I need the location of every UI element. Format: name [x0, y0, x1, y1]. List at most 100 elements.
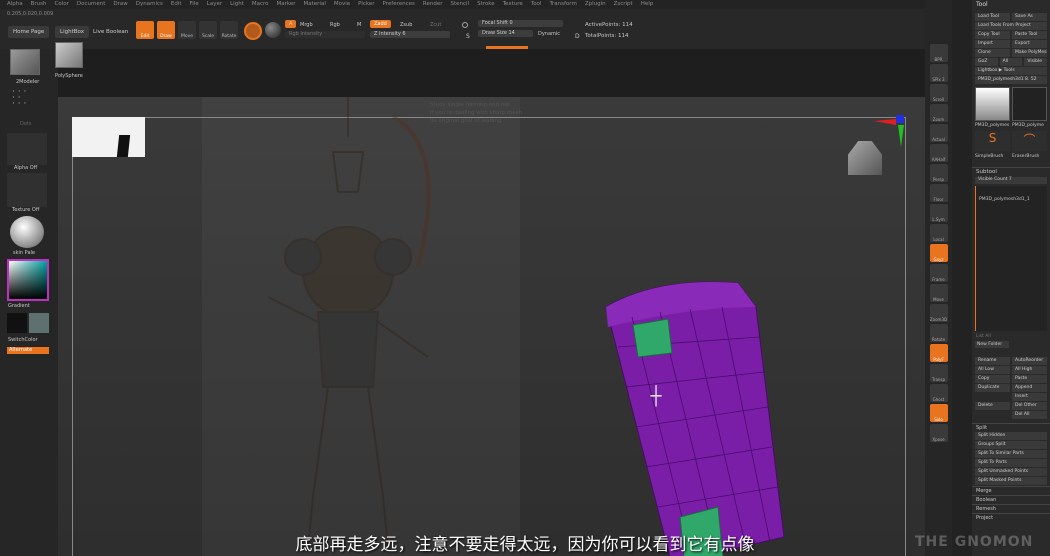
- tool-button-make-polymesh3d[interactable]: Make PolyMesh3D: [1012, 49, 1047, 57]
- menu-item-document[interactable]: Document: [77, 0, 106, 9]
- strip-button-spix-3[interactable]: SPix 3: [929, 64, 948, 82]
- menu-item-zscript[interactable]: Zscript: [614, 0, 633, 9]
- split-button-groups-split[interactable]: Groups Split: [975, 441, 1047, 449]
- viewport-canvas[interactable]: Study single forming and not If you're d…: [58, 97, 925, 556]
- strip-button-floor[interactable]: Floor: [929, 184, 948, 202]
- subtool-header[interactable]: Subtool: [972, 167, 1050, 176]
- split-button-split-unmasked-points[interactable]: Split Unmasked Points: [975, 468, 1047, 476]
- subtool-list[interactable]: PM3D_polymesh3d1_1: [975, 186, 1047, 331]
- menu-item-light[interactable]: Light: [230, 0, 244, 9]
- strip-button-zoom3d[interactable]: Zoom3D: [929, 304, 948, 322]
- home-page-button[interactable]: Home Page: [8, 26, 50, 38]
- focal-shift-slider[interactable]: Focal Shift 0: [478, 20, 563, 27]
- rotate-mode-button[interactable]: Rotate: [220, 21, 238, 39]
- tool-button-del-other[interactable]: Del Other: [1012, 402, 1047, 410]
- strip-button-bpr[interactable]: BPR: [929, 44, 948, 62]
- z-intensity-slider[interactable]: Z Intensity 6: [370, 31, 450, 38]
- strip-button-actual[interactable]: Actual: [929, 124, 948, 142]
- draw-mode-button[interactable]: Draw: [157, 21, 175, 39]
- visible-count-slider[interactable]: Visible Count 7: [975, 177, 1047, 184]
- polysphere-thumbnail[interactable]: [55, 42, 83, 68]
- split-button-split-masked-points[interactable]: Split Masked Points: [975, 477, 1047, 485]
- remesh-header[interactable]: Remesh: [972, 504, 1050, 513]
- tool-button-import[interactable]: Import: [975, 40, 1010, 48]
- menu-item-stencil[interactable]: Stencil: [450, 0, 469, 9]
- dynamic-toggle[interactable]: Dynamic: [538, 31, 560, 37]
- menu-item-render[interactable]: Render: [423, 0, 443, 9]
- tool-button-visible[interactable]: Visible: [1024, 58, 1048, 66]
- strip-button-rotate[interactable]: Rotate: [929, 324, 948, 342]
- tool-button-load-tools-from-project[interactable]: Load Tools From Project: [975, 22, 1047, 30]
- subtool-thumbnail-2[interactable]: [1012, 87, 1047, 121]
- subtool-thumbnail-1[interactable]: [975, 87, 1010, 121]
- menu-item-zplugin[interactable]: Zplugin: [585, 0, 606, 9]
- main-color-swatch[interactable]: [7, 313, 27, 333]
- strip-button-move[interactable]: Move: [929, 284, 948, 302]
- strip-button-ghost[interactable]: Ghost: [929, 384, 948, 402]
- tool-button-all[interactable]: All: [999, 58, 1023, 66]
- lightbox-button[interactable]: LightBox: [55, 26, 89, 38]
- strip-button-local[interactable]: Local: [929, 224, 948, 242]
- menu-item-picker[interactable]: Picker: [358, 0, 374, 9]
- secondary-color-swatch[interactable]: [29, 313, 49, 333]
- tool-button-rename[interactable]: Rename: [975, 357, 1010, 365]
- menu-item-brush[interactable]: Brush: [31, 0, 47, 9]
- m-button[interactable]: M: [357, 22, 361, 28]
- mrgb-button[interactable]: Mrgb: [300, 22, 313, 28]
- simplebrush-icon[interactable]: S: [975, 131, 1010, 151]
- strip-button-scroll[interactable]: Scroll: [929, 84, 948, 102]
- tool-button-export[interactable]: Export: [1012, 40, 1047, 48]
- alpha-slot[interactable]: [7, 133, 47, 165]
- tool-button-autoreorder[interactable]: AutoReorder: [1012, 357, 1047, 365]
- split-button-split-to-parts[interactable]: Split To Parts: [975, 459, 1047, 467]
- material-sphere-icon[interactable]: [244, 22, 262, 40]
- edit-mode-button[interactable]: Edit: [136, 21, 154, 39]
- texture-sphere-icon[interactable]: [265, 22, 281, 38]
- tool-button-del-all[interactable]: Del All: [1012, 411, 1047, 419]
- material-sphere[interactable]: [10, 216, 44, 248]
- zcut-button[interactable]: Zcut: [430, 22, 441, 28]
- tool-button-duplicate[interactable]: Duplicate: [975, 384, 1010, 392]
- scale-mode-button[interactable]: Scale: [199, 21, 217, 39]
- tool-button-insert[interactable]: Insert: [1012, 393, 1047, 401]
- menu-item-file[interactable]: File: [190, 0, 199, 9]
- split-header[interactable]: Split: [972, 423, 1050, 432]
- tool-button-copy-tool[interactable]: Copy Tool: [975, 31, 1010, 39]
- strip-button-gxyz[interactable]: Gxyz: [929, 244, 948, 262]
- menu-item-dynamics[interactable]: Dynamics: [136, 0, 163, 9]
- texture-slot[interactable]: [7, 173, 47, 207]
- strip-button-frame[interactable]: Frame: [929, 264, 948, 282]
- tool-button-load-tool[interactable]: Load Tool: [975, 13, 1010, 21]
- menu-item-help[interactable]: Help: [641, 0, 654, 9]
- menu-item-macro[interactable]: Macro: [252, 0, 269, 9]
- strip-button-persp[interactable]: Persp: [929, 164, 948, 182]
- zsub-button[interactable]: Zsub: [400, 22, 412, 28]
- rgb-intensity-slider[interactable]: Rgb Intensity: [285, 31, 365, 38]
- menu-item-material[interactable]: Material: [304, 0, 326, 9]
- tool-button-paste[interactable]: Paste: [1012, 375, 1047, 383]
- boolean-header[interactable]: Boolean: [972, 495, 1050, 504]
- menu-item-color[interactable]: Color: [55, 0, 69, 9]
- tool-button-all-high[interactable]: All High: [1012, 366, 1047, 374]
- menu-item-alpha[interactable]: Alpha: [7, 0, 23, 9]
- list-all-button[interactable]: List All: [972, 333, 1050, 340]
- tool-button-clone[interactable]: Clone: [975, 49, 1010, 57]
- menu-item-preferences[interactable]: Preferences: [383, 0, 415, 9]
- tool-button-pm3d-polymesh3d1-8-52[interactable]: PM3D_polymesh3d1 8. 52: [975, 76, 1047, 84]
- tool-button-delete[interactable]: Delete: [975, 402, 1010, 410]
- eraserbrush-icon[interactable]: ⌒: [1012, 131, 1047, 151]
- draw-size-slider[interactable]: Draw Size 14: [478, 30, 533, 37]
- menu-item-transform[interactable]: Transform: [549, 0, 576, 9]
- tool-thumbnail[interactable]: [10, 49, 40, 75]
- menu-item-stroke[interactable]: Stroke: [477, 0, 495, 9]
- strip-button-xpose[interactable]: Xpose: [929, 424, 948, 442]
- strip-button-zoom[interactable]: Zoom: [929, 104, 948, 122]
- menu-item-marker[interactable]: Marker: [277, 0, 296, 9]
- menu-item-texture[interactable]: Texture: [503, 0, 523, 9]
- menu-item-movie[interactable]: Movie: [334, 0, 350, 9]
- right-scrollbar[interactable]: [952, 0, 972, 556]
- strip-button-aahalf[interactable]: AAHalf: [929, 144, 948, 162]
- tool-button-goz[interactable]: GoZ: [975, 58, 998, 66]
- switchcolor-label[interactable]: SwitchColor: [8, 337, 38, 343]
- live-boolean-button[interactable]: Live Boolean: [93, 29, 128, 35]
